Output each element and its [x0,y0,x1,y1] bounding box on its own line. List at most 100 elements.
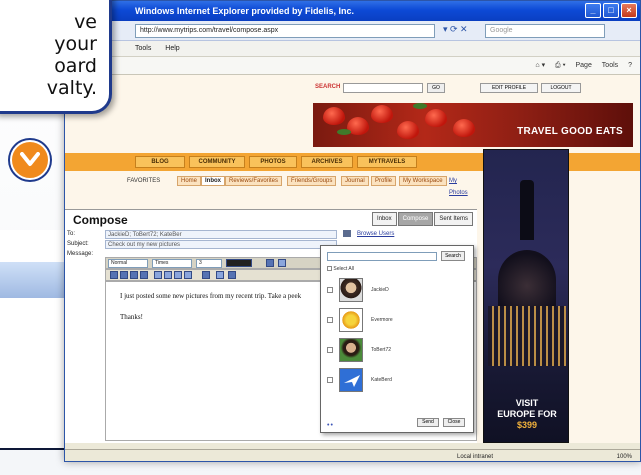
message-label: Message: [67,251,94,257]
zoom-level[interactable]: 100% [617,450,632,461]
contact-row[interactable]: JackieD [327,278,467,304]
contact-checkbox[interactable] [327,347,333,353]
nav-community[interactable]: COMMUNITY [189,156,245,168]
leaf-image [413,103,427,109]
chevron-down-icon[interactable] [10,140,50,180]
italic-icon[interactable] [278,259,286,267]
building-image [488,306,566,366]
contact-search-button[interactable]: Search [441,251,465,261]
page-menu[interactable]: Page [575,62,591,69]
site-search-input[interactable] [343,83,423,93]
close-button[interactable]: × [621,3,637,18]
strawberry-image [323,107,345,125]
image-icon[interactable] [228,271,236,279]
horizontal-rule-icon[interactable] [202,271,210,279]
subnav-profile[interactable]: Profile [371,176,397,186]
dome-image [498,250,556,310]
nav-photos[interactable]: PHOTOS [249,156,297,168]
paragraph-style-select[interactable]: Normal [108,259,148,268]
callout-line: your [54,33,97,55]
browse-users-link[interactable]: Browse Users [357,230,394,239]
sub-nav: FAVORITES Home Inbox Reviews/Favorites F… [65,175,475,196]
help-icon[interactable]: ? [628,62,632,69]
address-input[interactable]: http://www.mytrips.com/travel/compose.as… [135,24,435,38]
to-field[interactable]: JackieD; ToBert72; KateBer [105,230,337,239]
callout-line: ve [74,11,97,33]
subnav-my-photos[interactable]: My Photos [449,175,475,199]
contact-row[interactable]: Evermore [327,308,467,334]
avatar [339,278,363,302]
contact-search-input[interactable] [327,252,437,261]
logout-button[interactable]: LOGOUT [541,83,581,93]
site-go-button[interactable]: GO [427,83,445,93]
tab-sent-items[interactable]: Sent Items [434,212,473,226]
contact-name: ToBert72 [371,347,392,353]
ad-line1: VISIT [515,398,539,408]
slide-band [0,262,66,298]
site-search-label: SEARCH [315,84,341,90]
menu-help[interactable]: Help [165,45,179,52]
send-button[interactable]: Send [417,418,439,427]
outdent-icon[interactable] [174,271,182,279]
align-center-icon[interactable] [120,271,128,279]
subnav-journal[interactable]: Journal [341,176,369,186]
bold-icon[interactable] [266,259,274,267]
tab-compose[interactable]: Compose [397,212,434,226]
contact-row[interactable]: KateBerd [327,368,467,394]
print-icon[interactable]: ⎙ ▾ [555,62,566,69]
contact-picker-popup: Search Select All JackieD Evermore ToBer… [320,245,474,433]
subnav-inbox[interactable]: Inbox [201,176,225,186]
subject-field[interactable]: Check out my new pictures [105,240,337,249]
subnav-favorites[interactable]: FAVORITES [127,175,160,187]
tab-inbox[interactable]: Inbox [371,212,397,226]
select-all-checkbox[interactable]: Select All [327,266,354,272]
nav-blog[interactable]: BLOG [135,156,185,168]
contact-row[interactable]: ToBert72 [327,338,467,364]
banner-title: TRAVEL GOOD EATS [517,126,623,137]
compose-title: Compose [73,213,128,227]
subnav-friends[interactable]: Friends/Groups [287,176,337,186]
travel-ad[interactable]: VISIT EUROPE FOR $399 [483,149,569,443]
font-color-icon[interactable] [226,259,252,267]
numbered-list-icon[interactable] [154,271,162,279]
callout-text: ve your oard valty. [0,11,97,99]
nav-archives[interactable]: ARCHIVES [301,156,353,168]
refresh-icon[interactable]: ▾ ⟳ ✕ [443,24,468,35]
avatar [339,338,363,362]
select-all-label: Select All [333,266,354,272]
font-size-select[interactable]: 3 [196,259,222,268]
menu-tools[interactable]: Tools [135,45,151,52]
address-bar: http://www.mytrips.com/travel/compose.as… [65,21,640,41]
tools-menu[interactable]: Tools [602,62,618,69]
nav-mytravels[interactable]: MYTRAVELS [357,156,417,168]
contact-name: JackieD [371,287,389,293]
contact-checkbox[interactable] [327,287,333,293]
security-zone: Local intranet [457,454,494,460]
bullet-list-icon[interactable] [164,271,172,279]
address-book-icon[interactable] [343,230,351,237]
align-right-icon[interactable] [130,271,138,279]
subnav-home[interactable]: Home [177,176,202,186]
callout-line: oard [54,55,97,77]
justify-icon[interactable] [140,271,148,279]
maximize-button[interactable]: □ [603,3,619,18]
home-icon[interactable]: ⌂ ▾ [535,62,545,69]
browser-window: Windows Internet Explorer provided by Fi… [64,0,641,462]
strawberry-image [371,105,393,123]
subnav-workspace[interactable]: My Workspace [399,176,447,186]
window-title: Windows Internet Explorer provided by Fi… [135,6,354,16]
font-face-select[interactable]: Times [152,259,192,268]
status-bar: Local intranet 100% [65,449,640,461]
close-popup-button[interactable]: Close [443,418,465,427]
edit-profile-button[interactable]: EDIT PROFILE [480,83,538,93]
link-icon[interactable] [216,271,224,279]
contact-checkbox[interactable] [327,317,333,323]
contact-checkbox[interactable] [327,377,333,383]
subnav-reviews[interactable]: Reviews/Favorites [225,176,283,186]
indent-icon[interactable] [184,271,192,279]
minimize-button[interactable]: _ [585,3,601,18]
align-left-icon[interactable] [110,271,118,279]
pagination-dots[interactable]: •• [327,422,334,429]
web-page: SEARCH GO EDIT PROFILE LOGOUT TRAVEL GOO… [65,75,640,443]
search-input[interactable]: Google [485,24,605,38]
